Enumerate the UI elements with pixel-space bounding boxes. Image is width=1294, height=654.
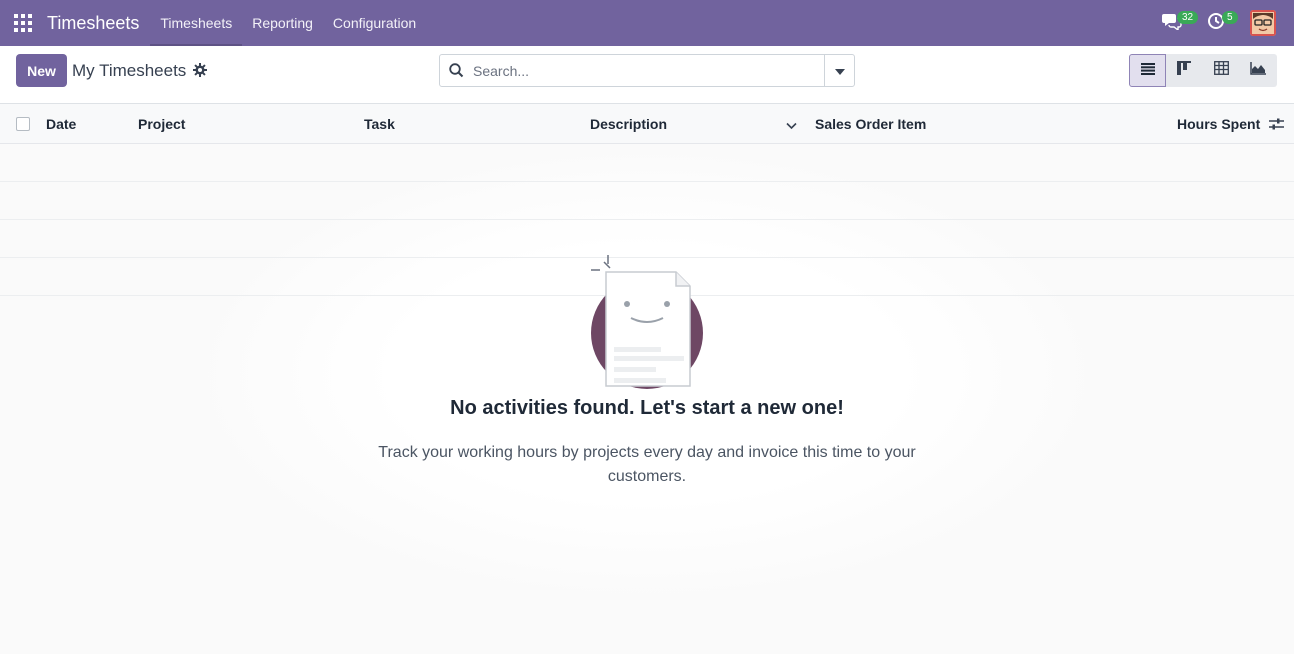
select-all-checkbox[interactable] xyxy=(16,117,30,131)
user-avatar[interactable] xyxy=(1250,10,1276,36)
gear-icon[interactable] xyxy=(193,63,207,82)
chevron-down-icon[interactable] xyxy=(786,117,797,133)
apps-menu-icon[interactable] xyxy=(0,0,46,46)
list-row xyxy=(0,144,1294,182)
search-input[interactable] xyxy=(473,56,823,85)
search-options-toggle[interactable] xyxy=(824,55,854,86)
top-navbar: Timesheets Timesheets Reporting Configur… xyxy=(0,0,1294,46)
page-title: My Timesheets xyxy=(72,61,187,80)
list-view-button[interactable] xyxy=(1129,54,1166,87)
empty-state-subtitle: Track your working hours by projects eve… xyxy=(378,444,916,485)
column-header-task[interactable]: Task xyxy=(364,116,395,132)
list-icon xyxy=(1140,62,1155,80)
graph-icon xyxy=(1250,61,1266,80)
empty-document-illustration xyxy=(586,252,710,397)
app-title[interactable]: Timesheets xyxy=(47,13,139,34)
search-icon xyxy=(440,55,473,86)
column-header-date[interactable]: Date xyxy=(46,116,76,132)
search-bar xyxy=(439,54,855,87)
column-header-sales-order-item[interactable]: Sales Order Item xyxy=(815,116,926,132)
list-row xyxy=(0,182,1294,220)
kanban-icon xyxy=(1177,61,1191,80)
view-switcher xyxy=(1129,54,1277,87)
column-header-hours-spent[interactable]: Hours Spent xyxy=(1177,116,1260,132)
column-header-description[interactable]: Description xyxy=(590,116,667,132)
list-header: Date Project Task Description Sales Orde… xyxy=(0,104,1294,144)
pivot-view-button[interactable] xyxy=(1203,54,1240,87)
activities-count-badge: 5 xyxy=(1222,11,1238,24)
messages-button[interactable]: 32 xyxy=(1150,0,1199,46)
pivot-icon xyxy=(1213,61,1229,80)
column-header-project[interactable]: Project xyxy=(138,116,185,132)
menu-reporting[interactable]: Reporting xyxy=(242,0,323,46)
new-button[interactable]: New xyxy=(16,54,67,87)
empty-state-title: No activities found. Let's start a new o… xyxy=(450,397,844,419)
menu-configuration[interactable]: Configuration xyxy=(323,0,426,46)
caret-down-icon xyxy=(834,62,845,80)
kanban-view-button[interactable] xyxy=(1166,54,1203,87)
optional-columns-icon[interactable] xyxy=(1269,117,1284,134)
control-panel: New My Timesheets xyxy=(0,46,1294,104)
graph-view-button[interactable] xyxy=(1240,54,1277,87)
menu-timesheets[interactable]: Timesheets xyxy=(150,0,243,46)
activities-button[interactable]: 5 xyxy=(1194,0,1238,46)
